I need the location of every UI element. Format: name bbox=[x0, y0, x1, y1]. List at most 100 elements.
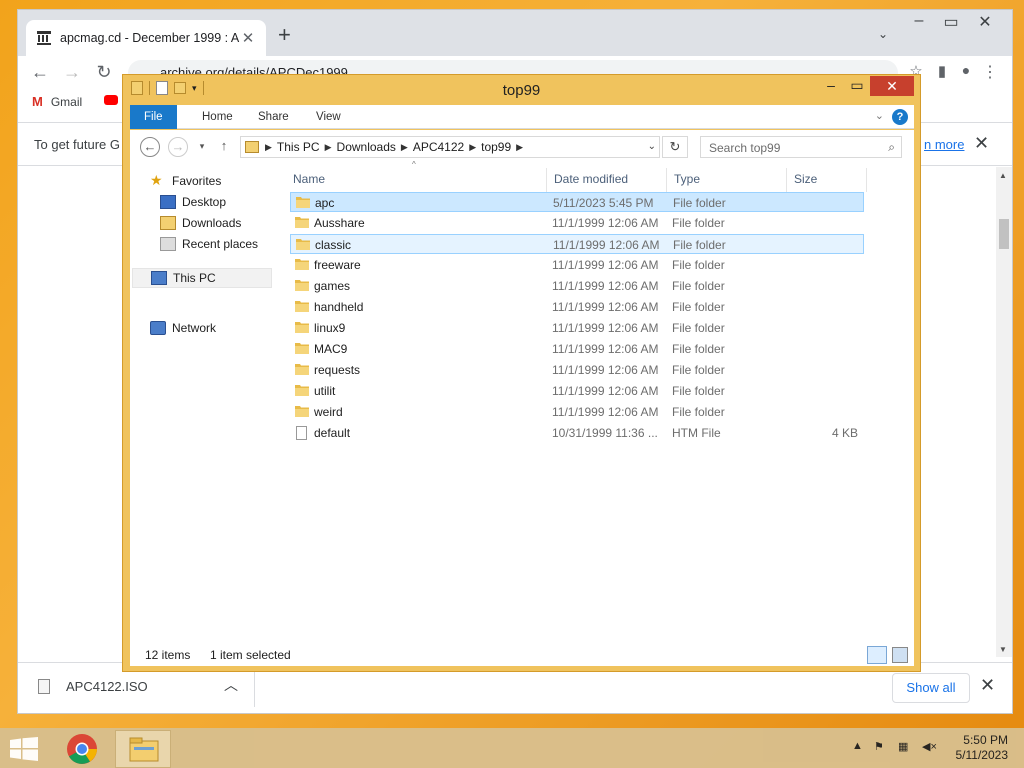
tab-file[interactable]: File bbox=[130, 105, 177, 129]
file-row[interactable]: classic 11/1/1999 12:06 AM File folder bbox=[290, 234, 864, 254]
item-count: 12 items bbox=[145, 648, 191, 662]
recent-locations-icon[interactable]: ▾ bbox=[192, 141, 212, 152]
show-hidden-icons-icon[interactable]: ▲ bbox=[852, 740, 863, 752]
folder-icon bbox=[295, 279, 309, 291]
column-type[interactable]: Type bbox=[674, 172, 700, 186]
chrome-titlebar: apcmag.cd - December 1999 : A ✕ + ⌄ – ▭ … bbox=[18, 10, 1012, 56]
taskbar-chrome[interactable] bbox=[54, 730, 110, 768]
explorer-titlebar[interactable]: ▾ top99 – ▭ ✕ bbox=[123, 75, 920, 105]
infobar-close-icon[interactable]: ✕ bbox=[974, 133, 989, 154]
selection-count: 1 item selected bbox=[210, 648, 291, 662]
download-filename: APC4122.ISO bbox=[66, 679, 148, 694]
file-row[interactable]: default 10/31/1999 11:36 ... HTM File 4 KB bbox=[290, 423, 864, 443]
nav-network[interactable]: Network bbox=[150, 321, 216, 335]
cell-name: requests bbox=[314, 363, 361, 377]
maximize-icon[interactable]: ▭ bbox=[843, 77, 871, 94]
nav-downloads[interactable]: Downloads bbox=[160, 216, 241, 230]
gmail-icon: M bbox=[32, 94, 43, 109]
file-row[interactable]: requests 11/1/1999 12:06 AM File folder bbox=[290, 360, 864, 380]
volume-muted-icon[interactable]: ◀× bbox=[922, 740, 937, 753]
tab-view[interactable]: View bbox=[302, 105, 355, 129]
breadcrumb-downloads[interactable]: Downloads bbox=[337, 140, 396, 154]
chevron-up-icon[interactable]: ︿ bbox=[224, 675, 238, 695]
file-row[interactable]: linux9 11/1/1999 12:06 AM File folder bbox=[290, 318, 864, 338]
reload-icon[interactable]: ↻ bbox=[92, 62, 116, 83]
file-row[interactable]: MAC9 11/1/1999 12:06 AM File folder bbox=[290, 339, 864, 359]
infobar-learn-more-link[interactable]: n more bbox=[924, 137, 964, 152]
bookmark-gmail[interactable]: M Gmail bbox=[32, 94, 82, 109]
folder-icon bbox=[295, 405, 309, 417]
address-dropdown-icon[interactable]: ⌄ bbox=[648, 141, 656, 152]
scroll-thumb[interactable] bbox=[999, 219, 1009, 249]
forward-arrow-icon[interactable]: → bbox=[60, 62, 84, 83]
folder-icon bbox=[295, 342, 309, 354]
profile-avatar-icon[interactable]: ● bbox=[954, 62, 978, 78]
forward-icon[interactable]: → bbox=[168, 137, 188, 157]
column-name[interactable]: Name bbox=[293, 172, 325, 186]
chrome-minimize-icon[interactable]: – bbox=[902, 12, 936, 30]
column-size[interactable]: Size bbox=[794, 172, 817, 186]
back-arrow-icon[interactable]: ← bbox=[28, 62, 52, 83]
file-row[interactable]: handheld 11/1/1999 12:06 AM File folder bbox=[290, 297, 864, 317]
cell-date: 11/1/1999 12:06 AM bbox=[552, 342, 659, 356]
ribbon-expand-icon[interactable]: ⌄ bbox=[875, 109, 884, 122]
nav-label: Downloads bbox=[182, 216, 242, 230]
bookmark-label: Gmail bbox=[50, 94, 83, 109]
file-row[interactable]: utilit 11/1/1999 12:06 AM File folder bbox=[290, 381, 864, 401]
start-button[interactable] bbox=[10, 737, 38, 761]
file-row[interactable]: apc 5/11/2023 5:45 PM File folder bbox=[290, 192, 864, 212]
chevron-right-icon[interactable]: ▶ bbox=[401, 142, 408, 153]
breadcrumb-this-pc[interactable]: This PC bbox=[277, 140, 320, 154]
system-clock[interactable]: 5:50 PM 5/11/2023 bbox=[956, 733, 1009, 763]
column-date-modified[interactable]: Date modified bbox=[554, 172, 628, 186]
scroll-down-icon[interactable]: ▼ bbox=[999, 645, 1007, 654]
taskbar-file-explorer[interactable] bbox=[115, 730, 171, 768]
nav-favorites[interactable]: ★ Favorites bbox=[150, 173, 221, 188]
chrome-menu-icon[interactable]: ⋮ bbox=[978, 62, 1002, 82]
cell-name: games bbox=[314, 279, 351, 293]
close-button[interactable]: ✕ bbox=[870, 76, 914, 96]
side-panel-icon[interactable]: ▮ bbox=[930, 62, 954, 80]
browser-tab[interactable]: apcmag.cd - December 1999 : A ✕ bbox=[26, 20, 266, 56]
nav-this-pc[interactable]: This PC bbox=[132, 268, 272, 288]
minimize-icon[interactable]: – bbox=[817, 77, 845, 93]
tab-home[interactable]: Home bbox=[188, 105, 247, 129]
network-status-icon[interactable]: ▦ bbox=[898, 740, 908, 753]
new-tab-icon[interactable]: + bbox=[278, 24, 291, 46]
cell-name: default bbox=[314, 426, 351, 440]
chevron-right-icon[interactable]: ▶ bbox=[265, 142, 272, 153]
file-row[interactable]: games 11/1/1999 12:06 AM File folder bbox=[290, 276, 864, 296]
downloads-close-icon[interactable]: ✕ bbox=[980, 675, 995, 696]
back-icon[interactable]: ← bbox=[140, 137, 160, 157]
explorer-address-bar[interactable]: ▶ This PC ▶ Downloads ▶ APC4122 ▶ top99 … bbox=[240, 136, 660, 158]
page-scrollbar[interactable]: ▲ ▼ bbox=[996, 167, 1012, 657]
nav-desktop[interactable]: Desktop bbox=[160, 195, 226, 209]
file-row[interactable]: freeware 11/1/1999 12:06 AM File folder bbox=[290, 255, 864, 275]
tab-close-icon[interactable]: ✕ bbox=[240, 29, 256, 47]
breadcrumb-top99[interactable]: top99 bbox=[481, 140, 511, 154]
search-input[interactable]: Search top99 ⌕ bbox=[700, 136, 902, 158]
chevron-right-icon[interactable]: ▶ bbox=[516, 142, 523, 153]
large-icons-view-icon[interactable] bbox=[892, 647, 908, 663]
refresh-button[interactable]: ↻ bbox=[662, 136, 688, 158]
details-view-icon[interactable] bbox=[867, 646, 887, 664]
up-arrow-icon[interactable]: ↑ bbox=[214, 138, 234, 153]
tab-search-chevron-icon[interactable]: ⌄ bbox=[878, 27, 888, 41]
clock-date: 5/11/2023 bbox=[955, 748, 1009, 762]
scroll-up-icon[interactable]: ▲ bbox=[999, 171, 1007, 180]
tab-share[interactable]: Share bbox=[244, 105, 303, 129]
chrome-maximize-icon[interactable]: ▭ bbox=[934, 12, 968, 32]
help-icon[interactable]: ? bbox=[892, 109, 908, 125]
download-item[interactable]: APC4122.ISO bbox=[38, 679, 148, 694]
chevron-right-icon[interactable]: ▶ bbox=[469, 142, 476, 153]
chrome-close-icon[interactable]: ✕ bbox=[968, 12, 1002, 32]
file-row[interactable]: weird 11/1/1999 12:06 AM File folder bbox=[290, 402, 864, 422]
nav-label: Desktop bbox=[182, 195, 227, 209]
show-all-button[interactable]: Show all bbox=[892, 673, 970, 703]
chevron-right-icon[interactable]: ▶ bbox=[325, 142, 332, 153]
file-row[interactable]: Ausshare 11/1/1999 12:06 AM File folder bbox=[290, 213, 864, 233]
nav-recent-places[interactable]: Recent places bbox=[160, 237, 258, 251]
breadcrumb-apc4122[interactable]: APC4122 bbox=[413, 140, 464, 154]
action-center-icon[interactable]: ⚑ bbox=[874, 740, 884, 753]
youtube-icon[interactable] bbox=[104, 95, 118, 105]
